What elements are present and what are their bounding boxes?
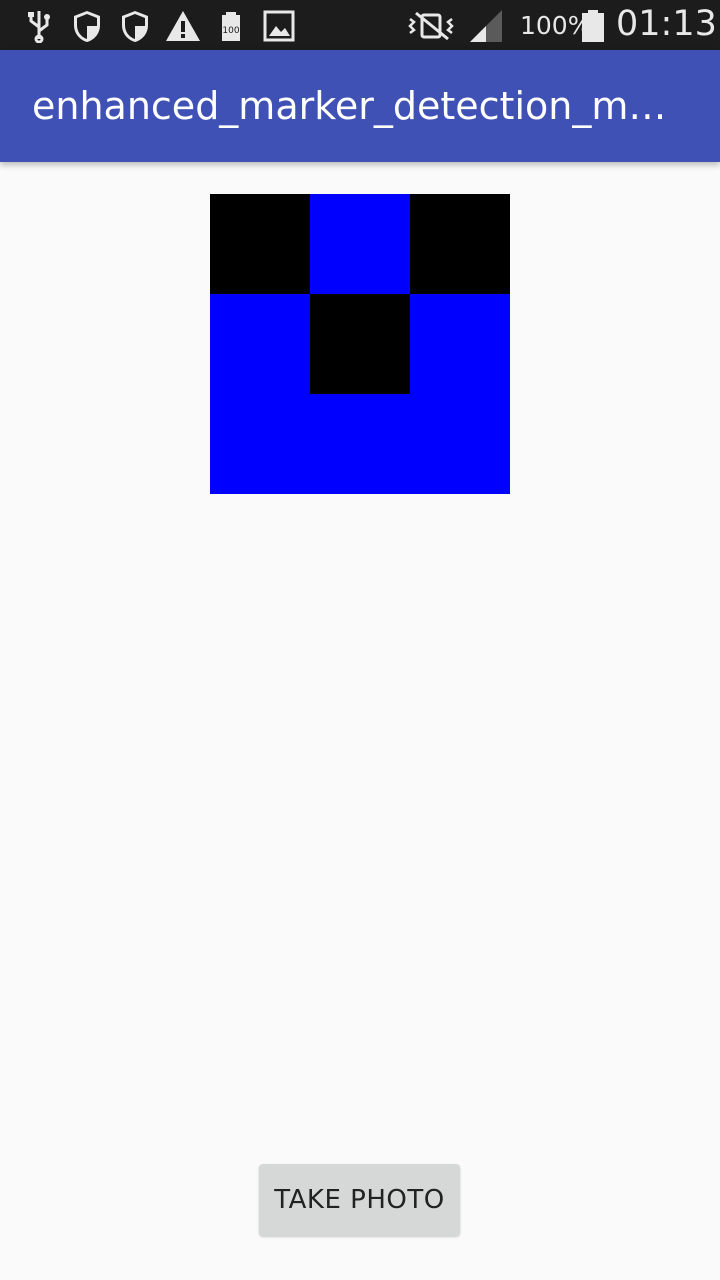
warning-icon [164, 9, 202, 41]
status-bar: 100 100% 01:13 [0, 0, 720, 50]
marker-cell-black [210, 194, 310, 294]
battery-icon [580, 9, 606, 42]
marker-image [210, 194, 510, 494]
marker-cell-blue [210, 394, 310, 494]
marker-cell-blue [210, 294, 310, 394]
marker-cell-blue [310, 194, 410, 294]
marker-cell-blue [310, 394, 410, 494]
battery-100-icon: 100 [220, 9, 242, 41]
battery-small-label: 100 [222, 26, 239, 36]
usb-icon [26, 9, 52, 43]
app-bar: enhanced_marker_detection_mob… [0, 50, 720, 162]
take-photo-button[interactable]: TAKE PHOTO [259, 1164, 460, 1236]
marker-cell-blue [410, 394, 510, 494]
image-icon [262, 9, 296, 42]
vibrate-icon [406, 9, 456, 41]
shield-icon [72, 9, 102, 42]
status-clock: 01:13 [616, 4, 717, 44]
marker-cell-black [410, 194, 510, 294]
signal-icon [468, 9, 504, 42]
marker-cell-blue [410, 294, 510, 394]
app-title: enhanced_marker_detection_mob… [32, 84, 672, 128]
marker-cell-black [310, 294, 410, 394]
shield-icon [120, 9, 150, 42]
